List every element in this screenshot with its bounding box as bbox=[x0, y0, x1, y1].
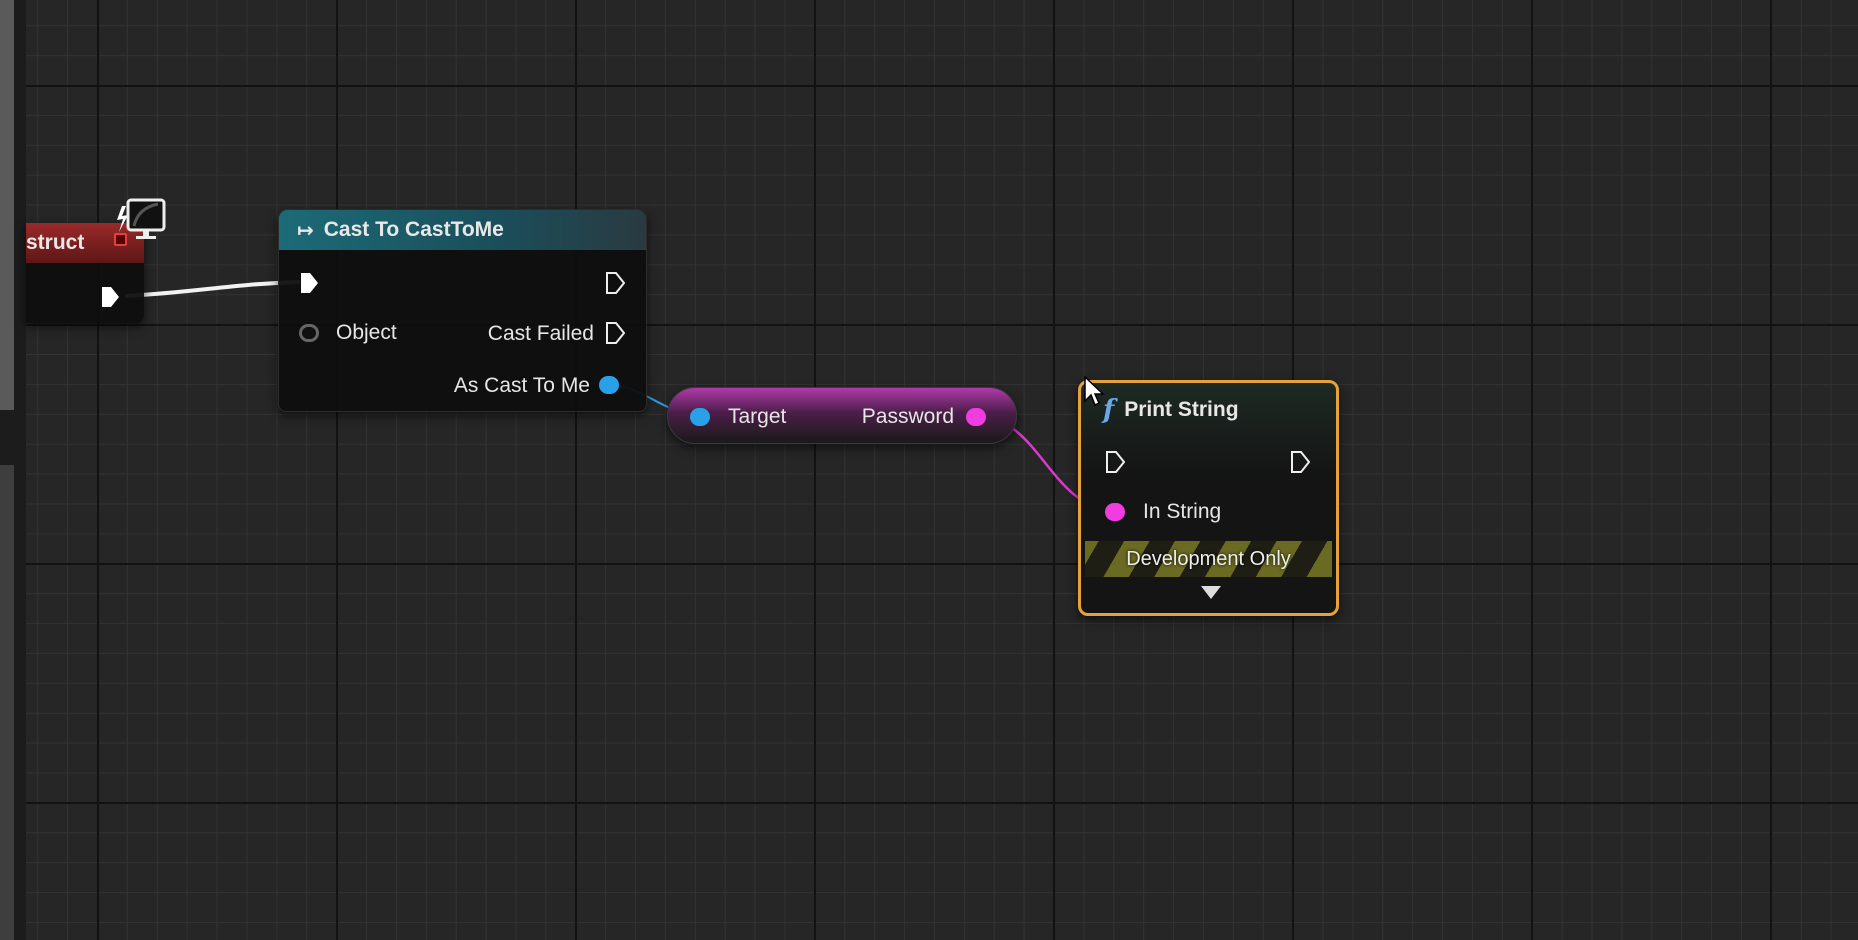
as-cast-to-me-pin-label: As Cast To Me bbox=[453, 374, 590, 397]
triangle-down-icon[interactable] bbox=[1201, 586, 1221, 599]
target-pin-label: Target bbox=[728, 405, 787, 428]
cast-failed-exec-pin[interactable] bbox=[605, 321, 625, 345]
cast-arrow-icon: ↦ bbox=[297, 219, 314, 242]
get-password-node[interactable]: Target Password bbox=[667, 387, 1017, 444]
cast-to-casttome-node[interactable]: ↦ Cast To CastToMe Object Cast Failed As… bbox=[278, 209, 647, 412]
monitor-event-icon bbox=[117, 198, 166, 239]
object-pin-label: Object bbox=[336, 321, 397, 344]
node-title: struct bbox=[26, 231, 85, 254]
wires bbox=[124, 280, 1113, 513]
cast-failed-pin-label: Cast Failed bbox=[487, 322, 594, 345]
left-panel-edge bbox=[0, 0, 26, 940]
node-title: Print String bbox=[1124, 398, 1239, 421]
print-string-node[interactable]: f Print String In String Development Onl… bbox=[1078, 380, 1339, 616]
object-input-pin[interactable] bbox=[299, 324, 319, 342]
node-title: Cast To CastToMe bbox=[323, 218, 504, 241]
password-pin-label: Password bbox=[861, 405, 954, 428]
exec-input-pin[interactable] bbox=[299, 271, 319, 295]
exec-input-pin[interactable] bbox=[1105, 450, 1125, 474]
mouse-cursor-icon bbox=[1084, 376, 1105, 407]
target-input-pin[interactable] bbox=[690, 408, 710, 426]
in-string-input-pin[interactable] bbox=[1105, 503, 1125, 521]
password-output-pin[interactable] bbox=[966, 408, 986, 426]
development-only-banner: Development Only bbox=[1085, 541, 1332, 577]
exec-output-pin[interactable] bbox=[605, 271, 625, 295]
exec-output-pin[interactable] bbox=[100, 285, 120, 309]
as-cast-to-me-output-pin[interactable] bbox=[599, 376, 619, 394]
exec-output-pin[interactable] bbox=[1290, 450, 1310, 474]
exec-wire bbox=[124, 280, 301, 298]
in-string-pin-label: In String bbox=[1143, 500, 1222, 523]
development-only-label: Development Only bbox=[1126, 547, 1291, 570]
